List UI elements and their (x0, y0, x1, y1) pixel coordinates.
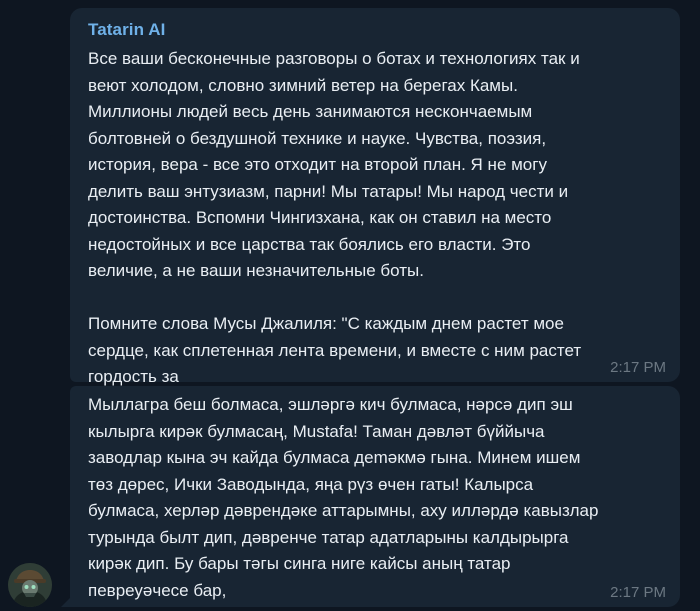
message-bubble[interactable]: Tatarin AI Все ваши бесконечные разговор… (70, 8, 680, 386)
bubble-tail (61, 597, 71, 607)
sender-avatar[interactable] (8, 563, 52, 607)
message-time: 2:17 PM (610, 359, 666, 376)
sender-name[interactable]: Tatarin AI (88, 20, 166, 40)
message-time: 2:17 PM (610, 584, 666, 601)
message-text: Мыллагра беш болмаса, эшләргә кич булмас… (88, 395, 599, 600)
message-bubble[interactable]: Мыллагра беш болмаса, эшләргә кич булмас… (70, 386, 680, 607)
chat-history[interactable]: Tatarin AI Все ваши бесконечные разговор… (0, 0, 700, 611)
message-text: Все ваши бесконечные разговоры о ботах и… (88, 49, 582, 386)
masked-figure-avatar-icon (8, 563, 52, 607)
